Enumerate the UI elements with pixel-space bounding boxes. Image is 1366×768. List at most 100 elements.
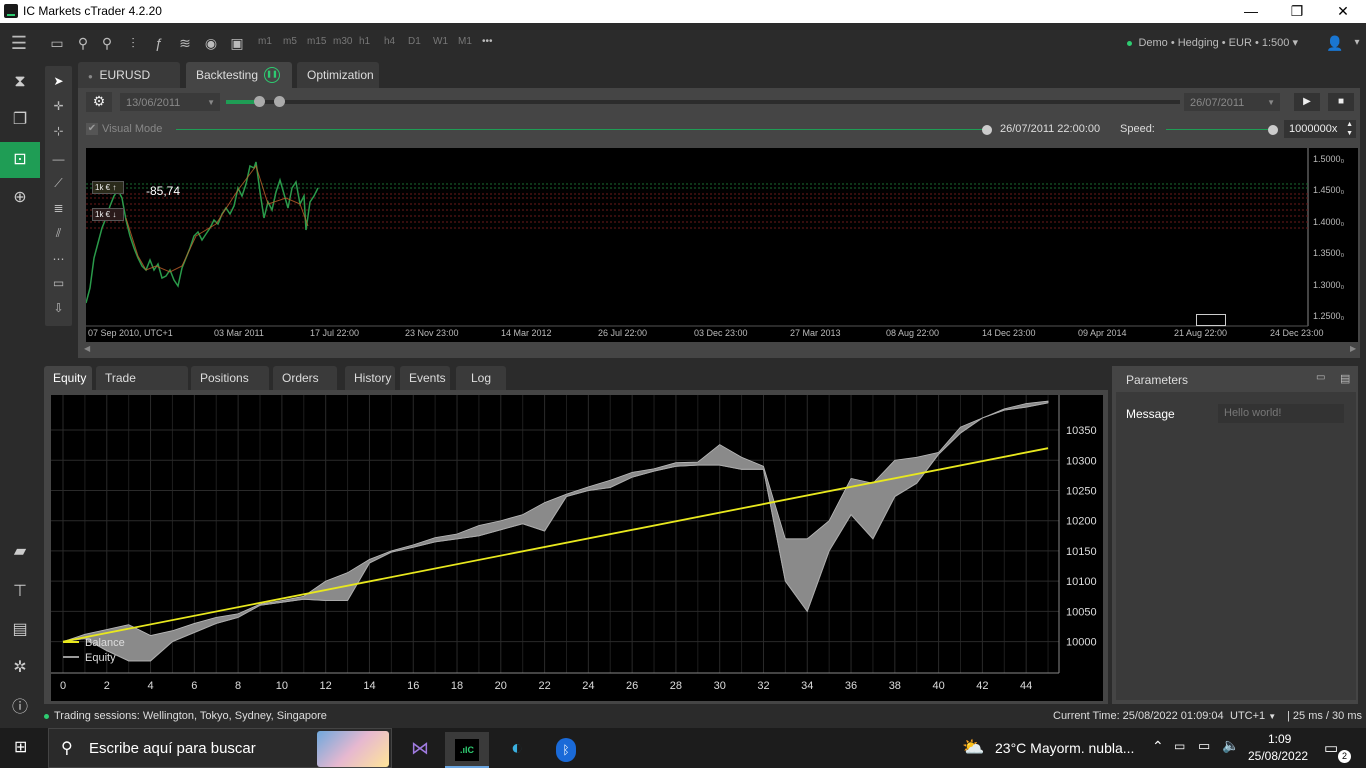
speed-stepper-icon[interactable]: ▲ ▼ bbox=[1346, 120, 1353, 138]
wallet-icon[interactable]: ▤ bbox=[8, 618, 32, 642]
bluetooth-app-icon[interactable]: ᛒ bbox=[544, 732, 588, 768]
start-date-field[interactable]: 13/06/2011 ▼ bbox=[120, 93, 220, 111]
account-selector[interactable]: Demo • Hedging • EUR • 1:500 ▾ bbox=[1127, 36, 1298, 49]
visibility-icon[interactable]: ◉ bbox=[202, 34, 220, 52]
timeframe-mn1[interactable]: M1 bbox=[458, 36, 472, 47]
maximize-button[interactable]: ❐ bbox=[1274, 0, 1320, 23]
equity-chart[interactable]: 0 2 4 6 8 10 12 14 16 18 20 22 24 26 28 30 32 34 36 38 40 42 4… bbox=[51, 395, 1103, 701]
timeframe-d1[interactable]: D1 bbox=[408, 36, 421, 47]
rectangle-tool-icon[interactable]: ▭ bbox=[49, 274, 68, 293]
price-axis-tick: 1.3500₀ bbox=[1313, 248, 1345, 258]
zoom-out-icon[interactable]: ⚲ bbox=[74, 34, 92, 52]
show-hidden-icons-icon[interactable]: ⌃ bbox=[1152, 738, 1164, 755]
x-tick-label: 36 bbox=[845, 680, 857, 692]
timezone-selector[interactable]: UTC+1 ▼ bbox=[1230, 710, 1276, 722]
timeframe-h4[interactable]: h4 bbox=[384, 36, 395, 47]
cursor-tool-icon[interactable]: ➤ bbox=[49, 72, 68, 91]
trendline-tool-icon[interactable]: ⟋ bbox=[49, 174, 68, 193]
horizontal-line-tool-icon[interactable]: — bbox=[49, 150, 68, 169]
scroll-right-icon[interactable]: ▶ bbox=[1350, 344, 1356, 353]
windows-start-icon[interactable]: ⊞ bbox=[14, 739, 32, 757]
user-menu-chevron-icon[interactable]: ▾ bbox=[1348, 34, 1366, 52]
network-icon[interactable]: ▭ bbox=[1198, 738, 1210, 754]
tab-log[interactable]: Log bbox=[456, 366, 506, 390]
clock-date[interactable]: 25/08/2022 bbox=[1248, 749, 1308, 763]
x-tick-label: 32 bbox=[757, 680, 769, 692]
settings-gear-icon[interactable]: ✲ bbox=[8, 656, 32, 680]
weather-icon[interactable]: ⛅ bbox=[962, 737, 984, 758]
y-tick-label: 10200 bbox=[1066, 516, 1097, 528]
tab-events[interactable]: Events bbox=[400, 366, 450, 390]
more-tools-icon[interactable]: ⇩ bbox=[49, 299, 68, 318]
minimize-panel-icon[interactable]: ▭ bbox=[1316, 372, 1330, 384]
price-chart[interactable]: 1k € ↑ 1k € ↓ -85,74 1.5000₀ 1.4500₀ 1.4… bbox=[86, 148, 1358, 342]
help-icon[interactable]: ⓘ bbox=[8, 696, 32, 720]
tab-history[interactable]: History bbox=[345, 366, 395, 390]
scroll-to-end-handle[interactable] bbox=[1196, 314, 1226, 326]
message-parameter-input[interactable]: Hello world! bbox=[1218, 404, 1344, 423]
end-date-field[interactable]: 26/07/2011 ▼ bbox=[1184, 93, 1280, 111]
more-timeframes-button[interactable]: ••• bbox=[482, 36, 493, 47]
x-tick-label: 8 bbox=[235, 680, 241, 692]
progress-current-handle[interactable] bbox=[274, 96, 285, 107]
volume-icon[interactable]: 🔈 bbox=[1222, 737, 1239, 754]
play-button[interactable]: ▶ bbox=[1294, 93, 1320, 111]
pause-icon[interactable]: ❚❚ bbox=[264, 67, 280, 83]
briefcase-icon[interactable]: ▰ bbox=[8, 540, 32, 564]
minimize-button[interactable]: — bbox=[1228, 0, 1274, 23]
edge-browser-icon[interactable]: ◐ bbox=[495, 732, 539, 768]
trade-icon[interactable]: ⧗ bbox=[8, 70, 32, 94]
layout-icon[interactable]: ▭ bbox=[48, 34, 66, 52]
speed-slider-handle[interactable] bbox=[1268, 125, 1278, 135]
indicators-icon[interactable]: ƒ bbox=[150, 34, 168, 52]
tab-positions[interactable]: Positions9 bbox=[191, 366, 269, 411]
close-button[interactable]: ✕ bbox=[1320, 0, 1366, 23]
backtest-settings-gear-icon[interactable]: ⚙ bbox=[86, 92, 112, 112]
tab-optimization[interactable]: Optimization bbox=[297, 62, 379, 88]
backtesting-label: Backtesting bbox=[196, 68, 259, 82]
tab-backtesting[interactable]: Backtesting ❚❚ bbox=[186, 62, 292, 88]
timeframe-m30[interactable]: m30 bbox=[333, 36, 352, 47]
timeframe-m1[interactable]: m1 bbox=[258, 36, 272, 47]
grid-tool-icon[interactable]: ⋯ bbox=[49, 250, 68, 269]
sell-lot-tag[interactable]: 1k € ↓ bbox=[92, 208, 124, 221]
channel-tool-icon[interactable]: ⫽ bbox=[49, 224, 68, 243]
copy-icon[interactable]: ❐ bbox=[8, 108, 32, 132]
battery-icon[interactable]: ▭ bbox=[1174, 739, 1185, 753]
measure-tool-icon[interactable]: ⊹ bbox=[49, 122, 68, 141]
stop-button[interactable]: ■ bbox=[1328, 93, 1354, 111]
zoom-in-icon[interactable]: ⚲ bbox=[98, 34, 116, 52]
visual-studio-icon[interactable]: ⋈ bbox=[398, 732, 442, 768]
chart-type-icon[interactable]: ⫶ bbox=[124, 34, 142, 52]
save-parameters-icon[interactable]: ▤ bbox=[1340, 372, 1354, 385]
crosshair-tool-icon[interactable]: ✛ bbox=[49, 97, 68, 116]
clock-time[interactable]: 1:09 bbox=[1268, 732, 1291, 746]
user-icon[interactable]: 👤 bbox=[1326, 34, 1344, 52]
layers-icon[interactable]: ≋ bbox=[176, 34, 194, 52]
scroll-left-icon[interactable]: ◀ bbox=[84, 344, 90, 353]
hamburger-menu-icon[interactable]: ☰ bbox=[10, 34, 28, 52]
chart-horizontal-scrollbar[interactable]: ◀ ▶ bbox=[84, 344, 1360, 354]
taskbar-search-box[interactable]: ⚲ Escribe aquí para buscar bbox=[48, 728, 392, 768]
progress-start-handle[interactable] bbox=[254, 96, 265, 107]
automate-robot-icon[interactable]: ⊡ bbox=[8, 148, 32, 172]
notifications-icon[interactable]: ▭ bbox=[1324, 739, 1338, 757]
analyze-icon[interactable]: ⊕ bbox=[8, 186, 32, 210]
visual-mode-checkbox[interactable]: ✔ bbox=[86, 123, 98, 135]
timeframe-m15[interactable]: m15 bbox=[307, 36, 326, 47]
tab-equity[interactable]: Equity bbox=[44, 366, 92, 390]
timeframe-m5[interactable]: m5 bbox=[283, 36, 297, 47]
tab-orders[interactable]: Orders0 bbox=[273, 366, 337, 411]
timeframe-h1[interactable]: h1 bbox=[359, 36, 370, 47]
screenshot-icon[interactable]: ▣ bbox=[228, 34, 246, 52]
speed-input[interactable]: 1000000x ▲ ▼ bbox=[1284, 120, 1356, 138]
timeframe-w1[interactable]: W1 bbox=[433, 36, 448, 47]
visual-mode-slider-handle[interactable] bbox=[982, 125, 992, 135]
tab-trade-statistics[interactable]: Trade Statistics bbox=[96, 366, 188, 409]
weather-text[interactable]: 23°C Mayorm. nubla... bbox=[995, 740, 1134, 756]
buy-lot-tag[interactable]: 1k € ↑ bbox=[92, 181, 124, 194]
hammer-icon[interactable]: ⊤ bbox=[8, 580, 32, 604]
fibonacci-tool-icon[interactable]: ≣ bbox=[49, 199, 68, 218]
ctrader-taskbar-icon[interactable]: .ıIC bbox=[445, 732, 489, 768]
tab-symbol-chart[interactable]: ● EURUSD D1 bbox=[78, 62, 180, 110]
